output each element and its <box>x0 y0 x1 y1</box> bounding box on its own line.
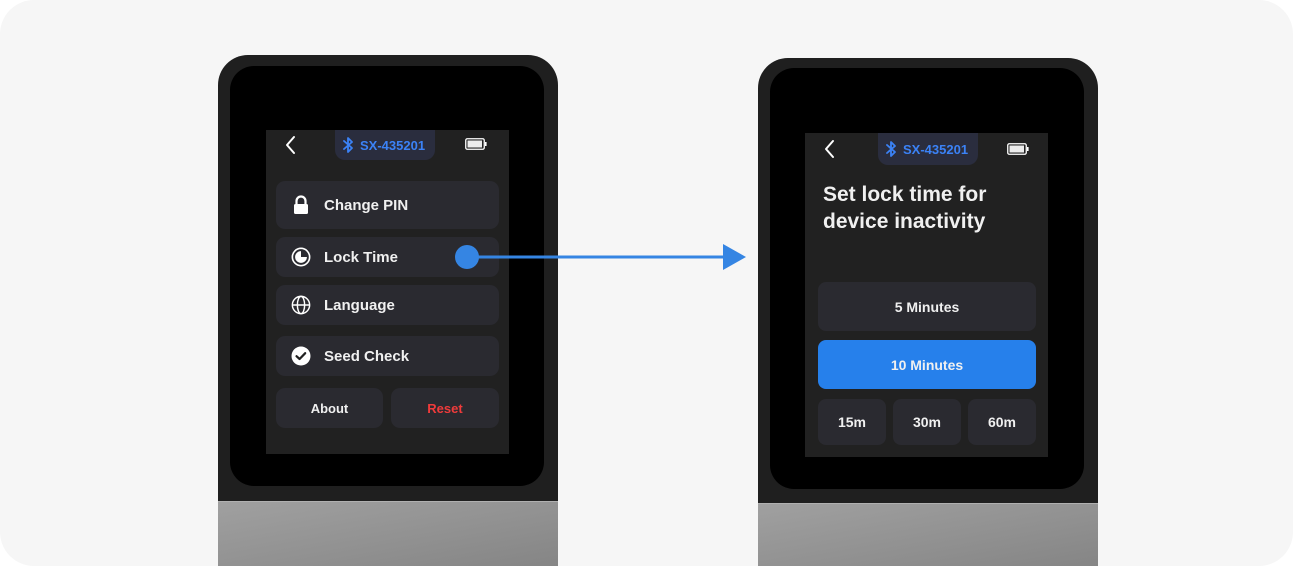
menu-item-label: Seed Check <box>324 347 410 365</box>
status-bar: SX-435201 <box>266 130 509 160</box>
option-30m[interactable]: 30m <box>893 399 961 445</box>
globe-icon <box>291 295 311 315</box>
menu-item-change-pin[interactable]: Change PIN <box>276 181 499 229</box>
option-60m[interactable]: 60m <box>968 399 1036 445</box>
menu-item-label: Change PIN <box>324 196 409 214</box>
page-title: Set lock time for device inactivity <box>823 183 987 233</box>
device-id-label: SX-435201 <box>903 141 969 157</box>
back-button[interactable] <box>282 134 302 156</box>
chevron-left-icon <box>286 136 295 154</box>
about-button[interactable]: About <box>276 388 383 428</box>
option-10-minutes[interactable]: 10 Minutes <box>818 340 1036 389</box>
status-bar: SX-435201 <box>805 133 1048 165</box>
left-screen: SX-435201 Change PIN Lock Time Language … <box>266 130 509 454</box>
menu-item-language[interactable]: Language <box>276 285 499 325</box>
canvas: SX-435201 Change PIN Lock Time Language … <box>0 0 1293 566</box>
lock-icon <box>291 195 311 215</box>
check-circle-icon <box>291 346 311 366</box>
battery-icon <box>1007 143 1029 155</box>
back-button[interactable] <box>821 138 841 160</box>
device-id-pill[interactable]: SX-435201 <box>335 130 436 160</box>
device-id-pill[interactable]: SX-435201 <box>878 133 979 165</box>
left-device-stand <box>218 501 558 566</box>
reset-button[interactable]: Reset <box>391 388 499 428</box>
device-id-label: SX-435201 <box>360 137 426 153</box>
right-device-stand <box>758 503 1098 566</box>
clock-icon <box>291 247 311 267</box>
right-device: SX-435201 Set lock time for device inact… <box>758 58 1098 566</box>
menu-item-label: Lock Time <box>324 248 398 266</box>
option-5-minutes[interactable]: 5 Minutes <box>818 282 1036 331</box>
left-device: SX-435201 Change PIN Lock Time Language … <box>218 55 558 566</box>
flow-arrow <box>455 244 746 270</box>
menu-item-seed-check[interactable]: Seed Check <box>276 336 499 376</box>
bluetooth-icon <box>886 141 896 157</box>
chevron-left-icon <box>825 140 834 158</box>
arrow-head <box>723 244 746 270</box>
menu-item-lock-time[interactable]: Lock Time <box>276 237 499 277</box>
option-15m[interactable]: 15m <box>818 399 886 445</box>
right-screen: SX-435201 Set lock time for device inact… <box>805 133 1048 457</box>
bluetooth-icon <box>343 137 353 153</box>
battery-icon <box>465 138 487 150</box>
menu-item-label: Language <box>324 296 395 314</box>
